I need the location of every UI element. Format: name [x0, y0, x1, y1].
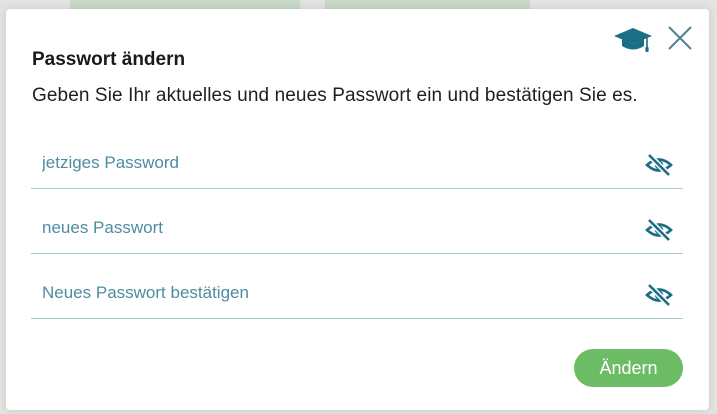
confirm-password-input[interactable]	[31, 270, 642, 316]
new-password-input[interactable]	[31, 205, 642, 251]
confirm-password-field	[31, 270, 683, 319]
change-password-dialog: Passwort ändern Geben Sie Ihr aktuelles …	[6, 9, 709, 410]
eye-slash-icon[interactable]	[645, 283, 673, 307]
current-password-field	[31, 140, 683, 189]
graduation-cap-icon[interactable]	[613, 26, 653, 54]
close-icon[interactable]	[667, 25, 693, 51]
eye-slash-icon[interactable]	[645, 218, 673, 242]
change-password-button[interactable]: Ändern	[574, 349, 683, 387]
dialog-title: Passwort ändern	[32, 49, 186, 70]
dialog-subtitle: Geben Sie Ihr aktuelles und neues Passwo…	[32, 85, 638, 106]
current-password-input[interactable]	[31, 140, 642, 186]
eye-slash-icon[interactable]	[645, 153, 673, 177]
new-password-field	[31, 205, 683, 254]
